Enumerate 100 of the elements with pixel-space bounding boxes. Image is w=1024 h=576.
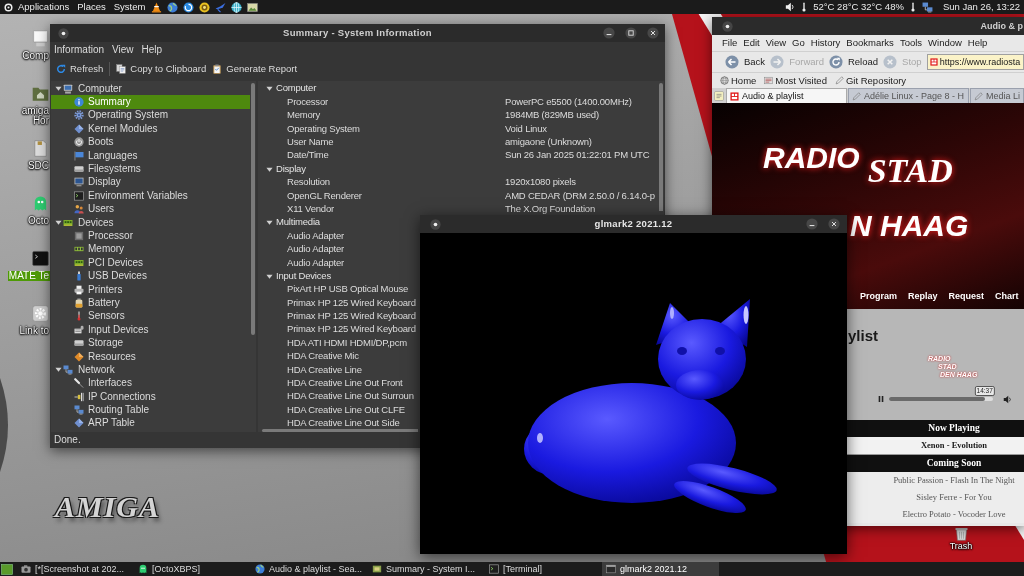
tree-item[interactable]: IP Connections — [51, 390, 250, 404]
menu-item[interactable]: Go — [792, 37, 805, 49]
scrollbar-thumb[interactable] — [251, 83, 255, 335]
nav-button[interactable]: Back — [725, 55, 766, 69]
menu-item[interactable]: View — [765, 37, 787, 49]
window-menu-icon[interactable] — [430, 218, 441, 230]
panel-menu[interactable]: Applications — [0, 0, 74, 14]
tree-item[interactable]: Printers — [51, 282, 250, 297]
trash-icon[interactable] — [953, 526, 969, 541]
ghost-icon[interactable] — [32, 195, 49, 212]
menu-item[interactable]: Window — [928, 37, 962, 49]
scrollbar-thumb[interactable] — [262, 429, 418, 432]
traffic-cone-icon[interactable] — [151, 1, 163, 13]
gear-icon[interactable] — [32, 305, 49, 322]
url-field[interactable]: https://www.radiosta — [926, 54, 1024, 70]
expander-icon[interactable] — [266, 85, 273, 93]
menu-item[interactable]: Edit — [743, 37, 760, 49]
swirl-icon[interactable] — [183, 1, 195, 13]
tree-item[interactable]: Filesystems — [51, 162, 250, 176]
pause-icon[interactable] — [877, 395, 885, 403]
nav-link[interactable]: Program — [860, 290, 897, 302]
menu-item[interactable]: Help — [967, 37, 988, 49]
window-menu-icon[interactable] — [722, 20, 733, 32]
panel-menu[interactable]: System — [109, 0, 150, 14]
tree-item[interactable]: Display — [51, 175, 250, 190]
network-icon[interactable] — [921, 1, 933, 13]
menu-item[interactable]: Information — [52, 43, 107, 56]
tree-item[interactable]: Environment Variables — [51, 189, 250, 203]
emblem-icon[interactable] — [199, 1, 211, 13]
tree-item[interactable]: Users — [51, 202, 250, 216]
tree-item[interactable]: Battery — [51, 296, 250, 310]
tree-item[interactable]: Storage — [51, 336, 250, 350]
minimize-icon[interactable] — [806, 218, 818, 230]
volume-icon[interactable] — [1003, 394, 1012, 404]
tree-item[interactable]: Interfaces — [51, 376, 250, 390]
menu-item[interactable]: Bookmarks — [846, 37, 894, 49]
bookmark-link[interactable]: Most Visited — [764, 74, 827, 87]
taskbar-button[interactable]: glmark2 2021.12 — [602, 562, 719, 576]
taskbar-button[interactable]: Audio & playlist - Sea... — [251, 562, 368, 576]
nav-link[interactable]: Request — [948, 290, 985, 302]
bookmark-link[interactable]: Home — [720, 74, 757, 87]
tree-item[interactable]: Computer — [51, 82, 250, 96]
window-menu-icon[interactable] — [58, 27, 69, 39]
tree-item[interactable]: PCI Devices — [51, 256, 250, 270]
tree-item[interactable]: Input Devices — [51, 323, 250, 337]
menu-item[interactable]: File — [722, 37, 738, 49]
maximize-icon[interactable] — [625, 27, 637, 39]
browser-tab[interactable]: Media Li — [969, 88, 1024, 103]
toolbar-button[interactable]: Generate Report — [212, 63, 298, 75]
taskbar-button[interactable]: [*[Screenshot at 202... — [17, 562, 134, 576]
nav-button[interactable]: Reload — [828, 55, 879, 69]
taskbar-button[interactable]: [OctoXBPS] — [134, 562, 251, 576]
toolbar-button[interactable]: Copy to Clipboard — [116, 63, 207, 75]
expander-icon[interactable] — [55, 366, 62, 374]
panel-menu[interactable]: Places — [73, 0, 110, 14]
tree-item[interactable]: Routing Table — [51, 403, 250, 417]
tree-item[interactable]: Operating System — [51, 108, 250, 123]
tree-item[interactable]: Sensors — [51, 309, 250, 324]
toolbar-button[interactable]: Refresh — [56, 63, 104, 75]
volume-icon[interactable] — [785, 2, 796, 12]
taskbar-button[interactable]: [Terminal] — [485, 562, 602, 576]
minimize-icon[interactable] — [603, 27, 615, 39]
expander-icon[interactable] — [55, 219, 62, 227]
menu-item[interactable]: History — [810, 37, 841, 49]
nav-link[interactable]: Replay — [908, 290, 938, 302]
expander-icon[interactable] — [55, 85, 62, 93]
tree-item[interactable]: Kernel Modules — [51, 122, 250, 136]
desktop-icon[interactable] — [1, 563, 13, 575]
expander-icon[interactable] — [266, 165, 273, 173]
menu-item[interactable]: Help — [139, 43, 165, 56]
close-icon[interactable] — [828, 218, 840, 230]
globe-icon[interactable] — [167, 1, 179, 13]
expander-icon[interactable] — [266, 219, 273, 227]
scrollbar-thumb[interactable] — [659, 83, 663, 211]
browser-tab[interactable]: Adélie Linux - Page 8 - H — [848, 88, 969, 103]
tree-item[interactable]: Devices — [51, 215, 250, 230]
terminal-icon[interactable] — [32, 250, 49, 267]
picture-icon[interactable] — [247, 1, 259, 13]
tree-item[interactable]: Languages — [51, 148, 250, 163]
tree-item[interactable]: ARP Table — [51, 416, 250, 431]
bookmark-link[interactable]: Git Repository — [834, 74, 907, 87]
sd-card-icon[interactable] — [32, 140, 49, 157]
expander-icon[interactable] — [266, 272, 273, 280]
taskbar-button[interactable]: Summary - System I... — [368, 562, 485, 576]
tree-item[interactable]: USB Devices — [51, 269, 250, 283]
bird-icon[interactable] — [215, 1, 227, 13]
menu-item[interactable]: Tools — [899, 37, 923, 49]
tree-item[interactable]: Network — [51, 363, 250, 377]
tree-item[interactable]: Summary — [51, 95, 250, 109]
tree-item[interactable]: Resources — [51, 349, 250, 364]
menu-item[interactable]: View — [110, 43, 136, 56]
tree-item[interactable]: Processor — [51, 229, 250, 243]
browser-tab[interactable]: Audio & playlist — [726, 88, 847, 103]
tree-item[interactable]: Memory — [51, 242, 250, 257]
clock[interactable]: Sun Jan 26, 13:22 — [942, 1, 1020, 13]
home-folder-icon[interactable] — [32, 85, 49, 102]
nav-link[interactable]: Chart — [995, 290, 1019, 302]
tree-item[interactable]: Boots — [51, 135, 250, 149]
computer-icon[interactable] — [32, 30, 49, 47]
close-icon[interactable] — [647, 27, 659, 39]
